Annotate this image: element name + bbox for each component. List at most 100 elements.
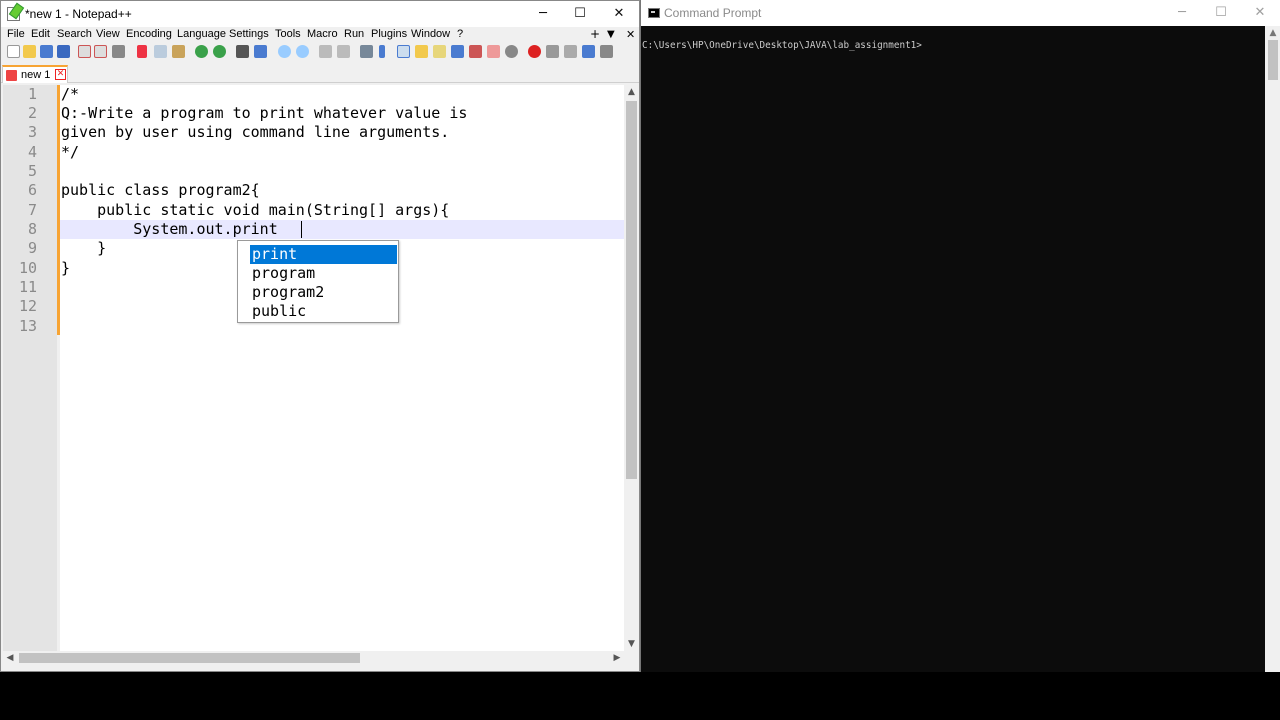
- sync-vertical-icon[interactable]: [319, 45, 332, 58]
- copy-icon[interactable]: [154, 45, 167, 58]
- autocomplete-popup: print program program2 public: [237, 240, 399, 323]
- menu-plugins[interactable]: Plugins: [371, 28, 407, 40]
- code-line: given by user using command line argumen…: [61, 123, 450, 141]
- cut-icon[interactable]: [137, 45, 147, 58]
- cmd-vertical-scrollbar[interactable]: ▲: [1265, 26, 1280, 672]
- indent-guide-icon[interactable]: [397, 45, 410, 58]
- menu-macro[interactable]: Macro: [307, 28, 338, 40]
- code-editor[interactable]: 1 2 3 4 5 6 7 8 9 10 11 12 13 /* Q:-Writ…: [3, 85, 624, 651]
- tab-bar: new 1 ✕: [1, 63, 639, 83]
- find-icon[interactable]: [236, 45, 249, 58]
- user-language-icon[interactable]: [415, 45, 428, 58]
- horizontal-scrollbar[interactable]: ◀ ▶: [3, 651, 624, 665]
- add-tab-icon[interactable]: +: [590, 27, 600, 41]
- horizontal-scroll-thumb[interactable]: [19, 653, 360, 663]
- save-icon[interactable]: [40, 45, 53, 58]
- close-button[interactable]: ✕: [599, 1, 639, 27]
- redo-icon[interactable]: [213, 45, 226, 58]
- monitoring-icon[interactable]: [487, 45, 500, 58]
- menu-window[interactable]: Window: [411, 28, 450, 40]
- autocomplete-item[interactable]: program2: [250, 283, 397, 302]
- line-number: 4: [27, 143, 37, 161]
- line-number: 12: [18, 297, 37, 315]
- minimize-button[interactable]: ─: [523, 1, 563, 27]
- scroll-left-icon[interactable]: ◀: [3, 651, 17, 665]
- autocomplete-item-selected[interactable]: print: [250, 245, 397, 264]
- maximize-button[interactable]: ☐: [560, 1, 600, 27]
- autocomplete-item[interactable]: public: [250, 302, 397, 321]
- code-line: System.out.print: [61, 220, 278, 238]
- line-number-gutter: 1 2 3 4 5 6 7 8 9 10 11 12 13: [3, 85, 57, 651]
- menu-tools[interactable]: Tools: [275, 28, 301, 40]
- autocomplete-item[interactable]: program: [250, 264, 397, 283]
- line-number: 7: [27, 201, 37, 219]
- stop-recording-icon[interactable]: [546, 45, 559, 58]
- cmd-app-icon: [648, 8, 660, 18]
- cmd-close-button[interactable]: ✕: [1240, 0, 1280, 26]
- menu-settings[interactable]: Settings: [229, 28, 269, 40]
- scroll-right-icon[interactable]: ▶: [610, 651, 624, 665]
- menu-edit[interactable]: Edit: [31, 28, 50, 40]
- show-all-chars-icon[interactable]: [379, 45, 385, 58]
- scroll-down-icon[interactable]: ▼: [624, 637, 639, 651]
- menu-language[interactable]: Language: [177, 28, 226, 40]
- save-macro-icon[interactable]: [600, 45, 613, 58]
- line-number: 6: [27, 181, 37, 199]
- tab-label: new 1: [21, 69, 51, 81]
- close-icon[interactable]: [78, 45, 91, 58]
- notepadpp-window: *new 1 - Notepad++ ─ ☐ ✕ File Edit Searc…: [0, 0, 640, 672]
- record-disabled-icon[interactable]: [505, 45, 518, 58]
- close-all-icon[interactable]: [94, 45, 107, 58]
- replace-icon[interactable]: [254, 45, 267, 58]
- tab-list-dropdown-icon[interactable]: ▼: [607, 29, 615, 40]
- new-file-icon[interactable]: [7, 45, 20, 58]
- close-document-icon[interactable]: ✕: [626, 28, 635, 41]
- function-list-icon[interactable]: [433, 45, 446, 58]
- cmd-scroll-up-icon[interactable]: ▲: [1265, 26, 1280, 40]
- scroll-up-icon[interactable]: ▲: [624, 85, 639, 99]
- open-file-icon[interactable]: [23, 45, 36, 58]
- tab-close-icon[interactable]: ✕: [55, 69, 66, 80]
- cmd-minimize-button[interactable]: ─: [1162, 0, 1202, 26]
- line-number: 2: [27, 104, 37, 122]
- vertical-scrollbar[interactable]: ▲ ▼: [624, 85, 639, 651]
- playback-icon[interactable]: [564, 45, 577, 58]
- menu-search[interactable]: Search: [57, 28, 92, 40]
- print-icon[interactable]: [112, 45, 125, 58]
- vertical-scroll-thumb[interactable]: [626, 101, 637, 479]
- zoom-in-icon[interactable]: [278, 45, 291, 58]
- cmd-maximize-button[interactable]: ☐: [1201, 0, 1241, 26]
- sync-horizontal-icon[interactable]: [337, 45, 350, 58]
- line-number: 10: [18, 259, 37, 277]
- menu-encoding[interactable]: Encoding: [126, 28, 172, 40]
- menu-file[interactable]: File: [7, 28, 25, 40]
- code-line: }: [61, 259, 71, 277]
- unsaved-file-icon: [6, 70, 17, 81]
- menu-help[interactable]: ?: [457, 28, 463, 40]
- line-number: 3: [27, 123, 37, 141]
- text-caret: [301, 221, 302, 238]
- line-number: 13: [18, 317, 37, 335]
- menu-run[interactable]: Run: [344, 28, 364, 40]
- start-recording-icon[interactable]: [528, 45, 541, 58]
- folder-workspace-icon[interactable]: [469, 45, 482, 58]
- menu-bar: File Edit Search View Encoding Language …: [1, 27, 639, 43]
- run-macro-multiple-icon[interactable]: [582, 45, 595, 58]
- title-bar[interactable]: *new 1 - Notepad++ ─ ☐ ✕: [1, 1, 639, 27]
- undo-icon[interactable]: [195, 45, 208, 58]
- code-line: /*: [61, 85, 80, 103]
- fold-margin: [57, 335, 60, 651]
- console-prompt[interactable]: C:\Users\HP\OneDrive\Desktop\JAVA\lab_as…: [642, 40, 922, 51]
- cmd-scroll-thumb[interactable]: [1268, 40, 1278, 80]
- tab-new-1[interactable]: new 1 ✕: [2, 65, 68, 83]
- zoom-out-icon[interactable]: [296, 45, 309, 58]
- paste-icon[interactable]: [172, 45, 185, 58]
- toolbar: [1, 43, 639, 61]
- word-wrap-icon[interactable]: [360, 45, 373, 58]
- command-prompt-window: Command Prompt ─ ☐ ✕ C:\Users\HP\OneDriv…: [640, 0, 1280, 672]
- menu-view[interactable]: View: [96, 28, 120, 40]
- window-title: *new 1 - Notepad++: [25, 7, 132, 21]
- cmd-title-bar[interactable]: Command Prompt ─ ☐ ✕: [641, 0, 1280, 26]
- document-map-icon[interactable]: [451, 45, 464, 58]
- save-all-icon[interactable]: [57, 45, 70, 58]
